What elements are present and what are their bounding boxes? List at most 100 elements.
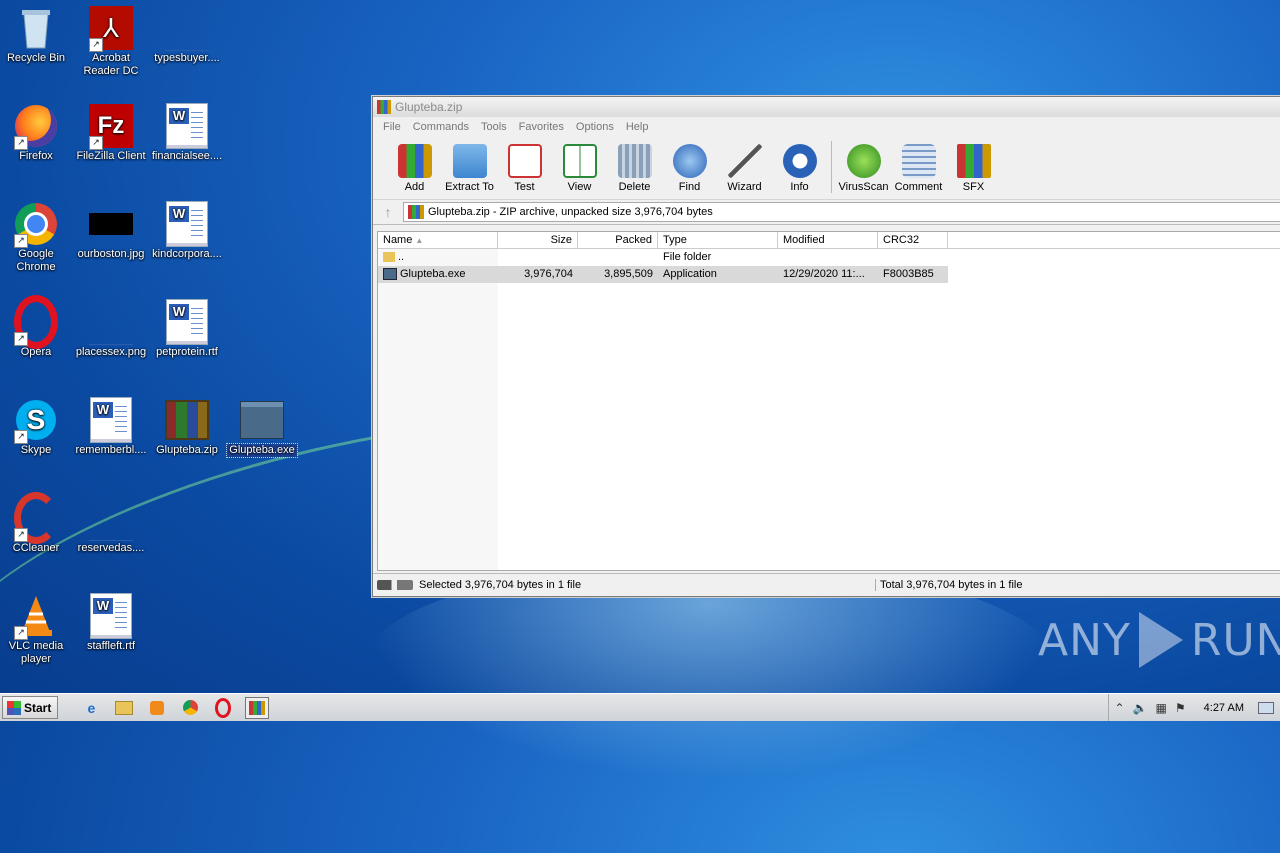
bug-icon <box>846 144 881 178</box>
wizard-button[interactable]: Wizard <box>717 144 772 193</box>
menu-commands[interactable]: Commands <box>407 121 475 133</box>
menu-favorites[interactable]: Favorites <box>513 121 570 133</box>
menu-bar: File Commands Tools Favorites Options He… <box>373 117 1280 137</box>
chrome-taskbar-icon[interactable] <box>179 698 201 718</box>
desktop-icon-staffleft[interactable]: staffleft.rtf <box>73 593 149 653</box>
menu-options[interactable]: Options <box>570 121 620 133</box>
action-center-flag-icon[interactable]: ⚑ <box>1175 701 1186 715</box>
start-button[interactable]: Start <box>2 696 59 719</box>
desktop-icon-label: Skype <box>20 444 52 456</box>
desktop-icon-ccleaner[interactable]: ↗ CCleaner <box>0 492 74 555</box>
desktop-icon-label: ourboston.jpg <box>77 248 145 260</box>
filezilla-icon: Fz ↗ <box>89 104 133 150</box>
folder-icon <box>452 144 487 178</box>
desktop-icon-label: Glupteba.zip <box>156 444 218 456</box>
trash-icon <box>617 144 652 178</box>
desktop-icon-acrobat[interactable]: ⅄ ↗ Acrobat Reader DC <box>73 6 149 78</box>
sfx-button[interactable]: SFX <box>946 144 1001 193</box>
comment-button[interactable]: Comment <box>891 144 946 193</box>
menu-file[interactable]: File <box>377 121 407 133</box>
test-button[interactable]: Test <box>497 144 552 193</box>
desktop-icon-chrome[interactable]: ↗ Google Chrome <box>0 202 74 274</box>
desktop-icon-filezilla[interactable]: Fz ↗ FileZilla Client <box>73 104 149 163</box>
desktop-icon-petprotein[interactable]: petprotein.rtf <box>149 299 225 359</box>
desktop-icon-label: reservedas.... <box>77 542 145 554</box>
desktop-icon-recycle-bin[interactable]: Recycle Bin <box>0 6 74 65</box>
window-titlebar[interactable]: Glupteba.zip <box>373 97 1280 117</box>
desktop-icon-kindcorpora[interactable]: kindcorpora.... <box>149 201 225 261</box>
column-header-crc32[interactable]: CRC32 <box>878 232 948 248</box>
desktop-icon-label: staffleft.rtf <box>86 640 136 652</box>
status-bar: Selected 3,976,704 bytes in 1 file Total… <box>373 573 1280 596</box>
desktop-icon-placessex[interactable]: placessex.png <box>73 300 149 359</box>
shortcut-arrow-icon: ↗ <box>14 136 28 150</box>
shortcut-arrow-icon: ↗ <box>14 528 28 542</box>
desktop-icon-glupteba-exe[interactable]: Glupteba.exe <box>224 398 300 458</box>
desktop-icon-rememberbl[interactable]: rememberbl.... <box>73 397 149 457</box>
address-field[interactable]: Glupteba.zip - ZIP archive, unpacked siz… <box>403 202 1280 222</box>
desktop-icon-firefox[interactable]: ↗ Firefox <box>0 104 74 163</box>
file-list[interactable]: Name ▲ Size Packed Type Modified CRC32 .… <box>377 231 1280 571</box>
column-header-modified[interactable]: Modified <box>778 232 878 248</box>
file-icon <box>165 6 209 51</box>
column-header-name[interactable]: Name ▲ <box>378 232 498 248</box>
network-icon[interactable]: ▦ <box>1156 701 1167 715</box>
winrar-archive-icon <box>165 398 209 442</box>
desktop-icon-label: Glupteba.exe <box>226 443 298 458</box>
file-icon <box>89 496 133 541</box>
show-desktop-icon[interactable] <box>1258 701 1274 714</box>
column-header-type[interactable]: Type <box>658 232 778 248</box>
clock[interactable]: 4:27 AM <box>1204 702 1244 714</box>
info-button[interactable]: Info <box>772 144 827 193</box>
word-document-icon <box>165 201 209 247</box>
shortcut-arrow-icon: ↗ <box>14 430 28 444</box>
magnifier-icon <box>672 144 707 178</box>
add-button[interactable]: Add <box>387 144 442 193</box>
desktop-icon-opera[interactable]: ↗ Opera <box>0 295 74 359</box>
delete-button[interactable]: Delete <box>607 144 662 193</box>
table-row[interactable]: .. File folder <box>378 249 1280 266</box>
desktop-icon-reservedas[interactable]: reservedas.... <box>73 496 149 555</box>
desktop-icon-label: VLC media player <box>8 640 64 665</box>
up-arrow-icon[interactable]: ↑ <box>373 204 403 220</box>
anyrun-watermark: ANY RUN <box>1038 612 1280 668</box>
desktop-icon-label: kindcorpora.... <box>152 248 222 260</box>
winrar-taskbar-icon[interactable] <box>245 696 270 719</box>
menu-help[interactable]: Help <box>620 121 655 133</box>
comment-icon <box>901 144 936 178</box>
column-header-size[interactable]: Size <box>498 232 578 248</box>
table-row[interactable]: Glupteba.exe 3,976,704 3,895,509 Applica… <box>378 266 948 283</box>
windows-logo-icon <box>7 700 21 715</box>
word-document-icon <box>89 593 133 639</box>
desktop-icon-financialsee[interactable]: financialsee.... <box>149 103 225 163</box>
file-explorer-icon[interactable] <box>113 698 135 718</box>
desktop-icon-label: rememberbl.... <box>75 444 147 456</box>
menu-tools[interactable]: Tools <box>475 121 513 133</box>
book-icon <box>562 144 597 178</box>
clipboard-check-icon <box>507 144 542 178</box>
desktop-icon-vlc[interactable]: ↗ VLC media player <box>0 594 74 666</box>
desktop-icon-typesbuyer[interactable]: typesbuyer.... <box>149 6 225 65</box>
volume-icon[interactable]: 🔈 <box>1133 701 1148 715</box>
winrar-window[interactable]: Glupteba.zip File Commands Tools Favorit… <box>372 96 1280 597</box>
virusscan-button[interactable]: VirusScan <box>836 144 891 193</box>
show-hidden-icons-icon[interactable]: ⌃ <box>1115 701 1125 715</box>
add-archive-icon <box>397 144 432 178</box>
chrome-icon: ↗ <box>14 202 58 248</box>
view-button[interactable]: View <box>552 144 607 193</box>
desktop-icon-ourboston[interactable]: ourboston.jpg <box>73 202 149 261</box>
list-header: Name ▲ Size Packed Type Modified CRC32 <box>378 232 1280 249</box>
desktop-icon-label: placessex.png <box>75 346 147 358</box>
extract-to-button[interactable]: Extract To <box>442 144 497 193</box>
desktop-icon-glupteba-zip[interactable]: Glupteba.zip <box>149 398 225 457</box>
internet-explorer-icon[interactable]: e <box>80 698 102 718</box>
row-name-cell: .. <box>378 249 498 266</box>
address-bar: ↑ Glupteba.zip - ZIP archive, unpacked s… <box>373 200 1280 225</box>
desktop-icon-label: typesbuyer.... <box>154 52 220 64</box>
opera-taskbar-icon[interactable] <box>212 697 234 718</box>
column-header-packed[interactable]: Packed <box>578 232 658 248</box>
media-player-icon[interactable] <box>146 698 168 718</box>
shortcut-arrow-icon: ↗ <box>14 234 28 248</box>
find-button[interactable]: Find <box>662 144 717 193</box>
desktop-icon-skype[interactable]: S ↗ Skype <box>0 398 74 457</box>
